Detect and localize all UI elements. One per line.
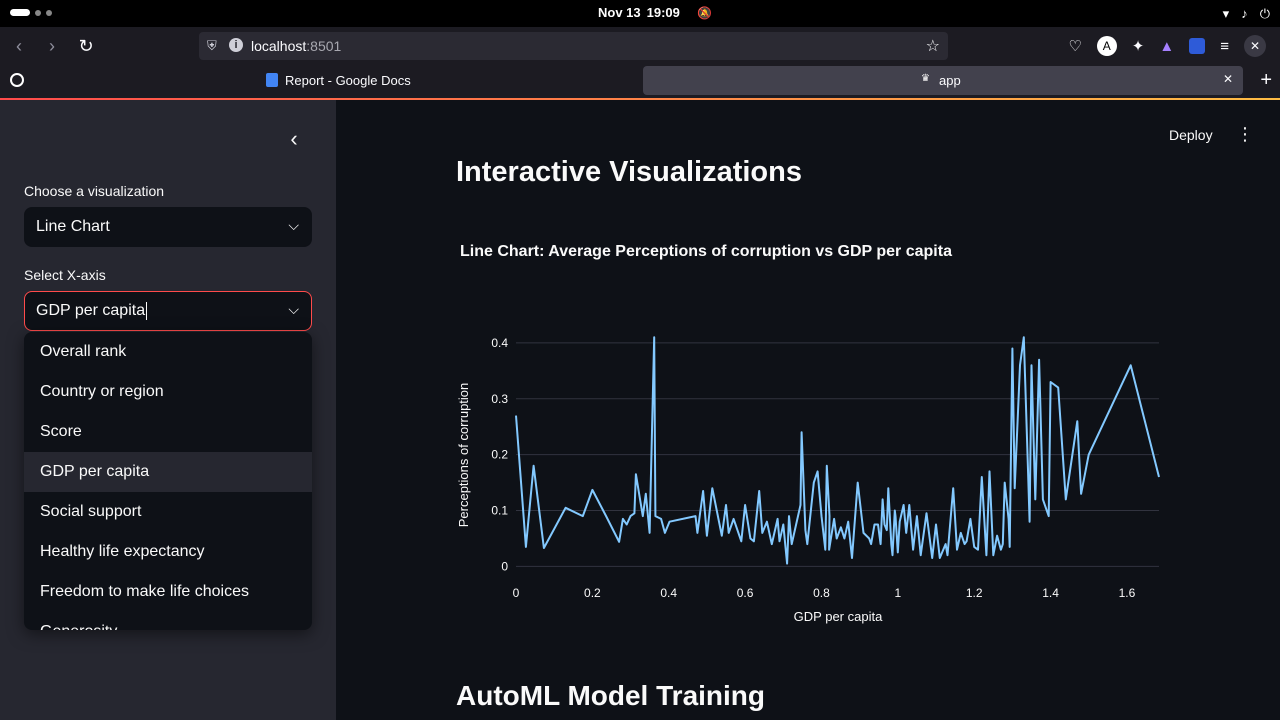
dropdown-option[interactable]: Social support: [24, 492, 312, 532]
sidebar: ‹ Choose a visualization Line Chart ⌵ Se…: [0, 100, 336, 720]
tab-label: app: [939, 73, 961, 88]
dropdown-option[interactable]: Generosity: [24, 612, 312, 630]
dropdown-option-hovered[interactable]: GDP per capita: [24, 452, 312, 492]
x-tick-label: 0.2: [584, 586, 601, 600]
url-text[interactable]: localhost:8501: [251, 38, 341, 54]
y-tick-label: 0.2: [491, 448, 508, 462]
x-tick-label: 0.6: [737, 586, 754, 600]
url-port: :8501: [306, 38, 342, 54]
x-axis-select[interactable]: GDP per capita ⌵: [24, 291, 312, 331]
power-icon: ⏻: [1259, 6, 1270, 21]
viz-select-value: Line Chart: [36, 218, 110, 235]
chart-series-line[interactable]: [515, 336, 1160, 565]
chevron-down-icon: ⌵: [288, 301, 299, 317]
section-heading-automl: AutoML Model Training: [456, 680, 766, 711]
address-bar[interactable]: ⛨ i localhost:8501 ☆: [199, 32, 948, 60]
dropdown-option[interactable]: Freedom to make life choices: [24, 572, 312, 612]
firefox-view-icon[interactable]: [10, 73, 24, 87]
tab-label: Report - Google Docs: [285, 73, 411, 88]
y-tick-label: 0.4: [491, 336, 508, 350]
x-axis-dropdown-menu: Overall rank Country or region Score GDP…: [24, 332, 312, 630]
system-clock[interactable]: Nov 13 19:09: [598, 5, 680, 20]
viz-select-label: Choose a visualization: [24, 183, 165, 199]
toolbar-icons: ♡ A ✦ ▲ ≡ ✕: [1068, 35, 1266, 57]
chevron-down-icon: ⌵: [288, 217, 299, 233]
forward-button[interactable]: ›: [41, 35, 63, 57]
system-top-bar: Nov 13 19:09 🔕 ▾ ♪ ⏻: [0, 0, 1280, 27]
x-tick-label: 0.4: [660, 586, 677, 600]
viz-select[interactable]: Line Chart ⌵: [24, 207, 312, 247]
line-chart[interactable]: Line Chart: Average Perceptions of corru…: [336, 100, 1280, 660]
tracking-shield-icon[interactable]: ⛨: [207, 38, 217, 54]
y-tick-label: 0.1: [491, 504, 508, 518]
streamlit-crown-icon: ♛: [921, 73, 930, 84]
y-tick-label: 0.3: [491, 392, 508, 406]
clock-time: 19:09: [646, 5, 680, 20]
tab-strip: Report - Google Docs ♛ app ✕ +: [0, 65, 1280, 98]
browser-toolbar: ‹ › ↻ ⛨ i localhost:8501 ☆ ♡ A ✦ ▲ ≡ ✕: [0, 27, 1280, 65]
y-axis-ticks: 0 0.1 0.2 0.3 0.4: [491, 336, 508, 573]
x-tick-label: 0: [513, 586, 520, 600]
text-cursor: [146, 302, 148, 320]
x-tick-label: 1: [894, 586, 901, 600]
wifi-icon: ▾: [1222, 6, 1230, 21]
x-axis-ticks: 0 0.2 0.4 0.6 0.8 1 1.2 1.4 1.6: [513, 586, 1136, 600]
dropdown-option[interactable]: Score: [24, 412, 312, 452]
clock-date: Nov 13: [598, 5, 641, 20]
tab-google-docs[interactable]: Report - Google Docs: [30, 66, 636, 95]
extension-purple-icon[interactable]: ▲: [1159, 38, 1174, 55]
x-tick-label: 1.6: [1119, 586, 1136, 600]
google-docs-icon: [266, 73, 278, 87]
pocket-icon[interactable]: ♡: [1068, 37, 1081, 55]
window-close-button[interactable]: ✕: [1244, 35, 1266, 57]
y-axis-label: Perceptions of corruption: [456, 383, 471, 528]
dropdown-option[interactable]: Overall rank: [24, 332, 312, 372]
reload-button[interactable]: ↻: [75, 35, 97, 57]
tab-close-icon[interactable]: ✕: [1223, 72, 1233, 86]
dropdown-option[interactable]: Country or region: [24, 372, 312, 412]
notifications-muted-icon: 🔕: [697, 6, 712, 20]
y-tick-label: 0: [501, 559, 508, 573]
x-tick-label: 1.4: [1042, 586, 1059, 600]
main-content: Deploy ⋮ Interactive Visualizations Line…: [336, 100, 1280, 720]
x-tick-label: 1.2: [966, 586, 983, 600]
system-tray[interactable]: ▾ ♪ ⏻: [1223, 6, 1270, 22]
dropdown-option[interactable]: Healthy life expectancy: [24, 532, 312, 572]
back-button[interactable]: ‹: [8, 35, 30, 57]
collapse-sidebar-button[interactable]: ‹: [282, 126, 306, 152]
x-axis-input-text: GDP per capita: [36, 302, 146, 320]
x-axis-select-value: GDP per capita: [36, 302, 148, 320]
account-avatar[interactable]: A: [1096, 36, 1117, 56]
workspace-indicator[interactable]: [10, 9, 52, 16]
x-axis-label: GDP per capita: [794, 609, 883, 624]
x-axis-select-label: Select X-axis: [24, 267, 106, 283]
chart-title: Line Chart: Average Perceptions of corru…: [460, 243, 952, 260]
volume-icon: ♪: [1241, 6, 1248, 21]
x-tick-label: 0.8: [813, 586, 830, 600]
site-info-icon[interactable]: i: [229, 38, 243, 52]
extension-blue-icon[interactable]: [1189, 38, 1206, 54]
url-host: localhost: [251, 38, 307, 54]
tab-app[interactable]: ♛ app ✕: [643, 66, 1243, 95]
bookmark-star-icon[interactable]: ☆: [926, 36, 940, 56]
hamburger-menu-icon[interactable]: ≡: [1220, 38, 1229, 55]
extensions-icon[interactable]: ✦: [1132, 37, 1145, 55]
new-tab-button[interactable]: +: [1260, 69, 1272, 92]
